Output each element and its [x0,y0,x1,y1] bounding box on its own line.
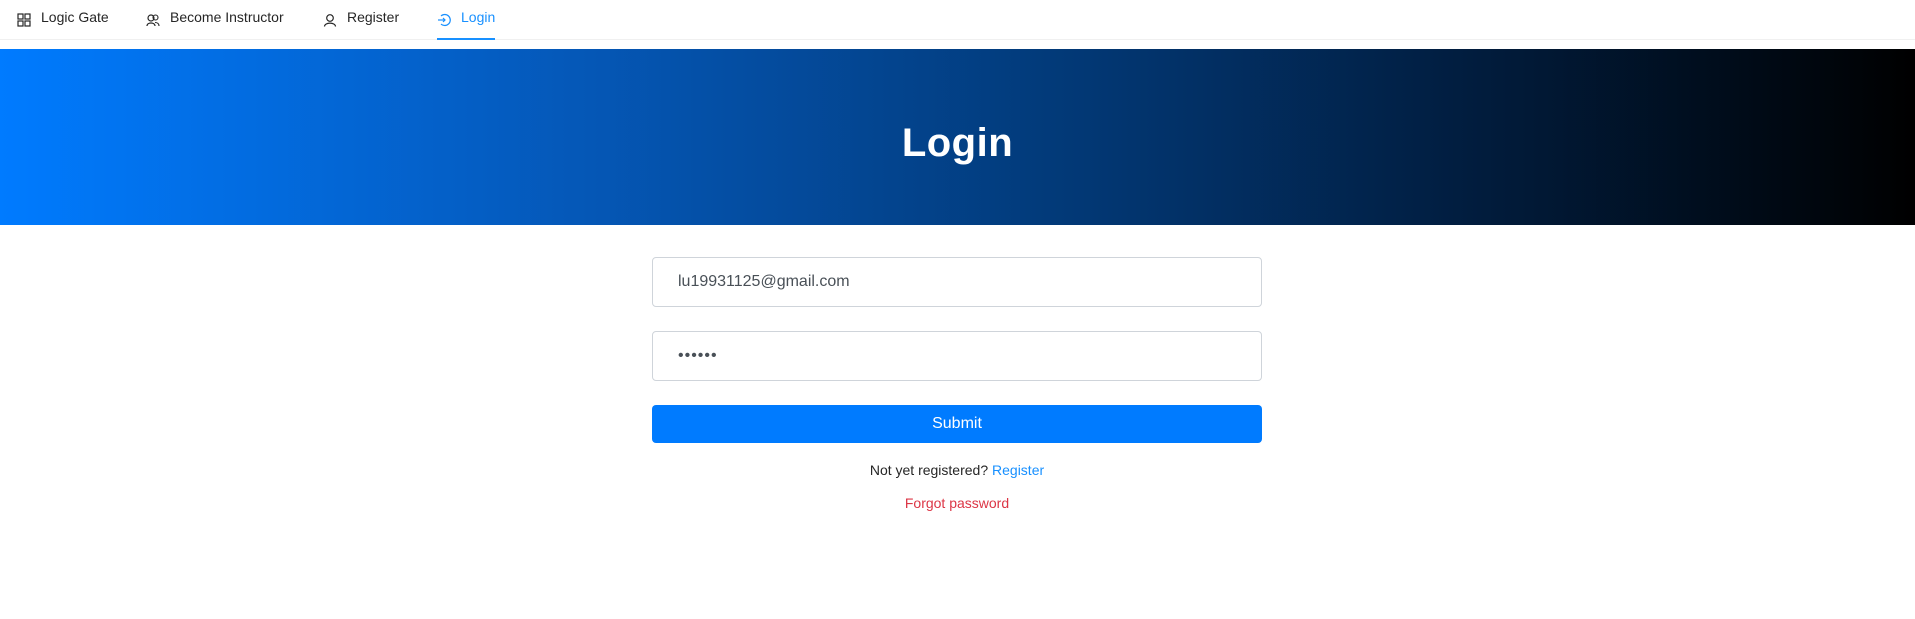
app-grid-icon [17,13,31,27]
nav-item-logic-gate[interactable]: Logic Gate [17,0,109,40]
email-value: lu19931125@gmail.com [678,273,850,290]
nav-item-become-instructor[interactable]: Become Instructor [146,0,284,40]
user-icon [323,14,337,27]
nav-item-register[interactable]: Register [323,0,399,40]
register-link[interactable]: Register [992,462,1044,478]
login-form: lu19931125@gmail.com •••••• Submit Not y… [652,257,1262,511]
page-title: Login [901,120,1014,165]
nav-item-label: Register [347,9,400,25]
top-navigation: Logic Gate Become Instructor Register Lo… [0,0,1915,40]
submit-label: Submit [932,415,982,432]
email-field[interactable]: lu19931125@gmail.com [652,257,1262,307]
nav-item-label: Login [461,9,496,25]
hero-banner: Login [0,49,1915,225]
password-value: •••••• [678,347,718,364]
not-registered-text: Not yet registered? [869,462,989,478]
nav-item-label: Logic Gate [41,9,109,25]
register-prompt: Not yet registered? Register [652,462,1262,478]
team-icon [146,14,160,27]
login-icon [438,13,451,27]
password-field[interactable]: •••••• [652,331,1262,381]
forgot-password-link[interactable]: Forgot password [652,495,1262,511]
submit-button[interactable]: Submit [652,405,1262,443]
nav-item-login[interactable]: Login [437,0,496,40]
nav-item-label: Become Instructor [170,9,284,25]
